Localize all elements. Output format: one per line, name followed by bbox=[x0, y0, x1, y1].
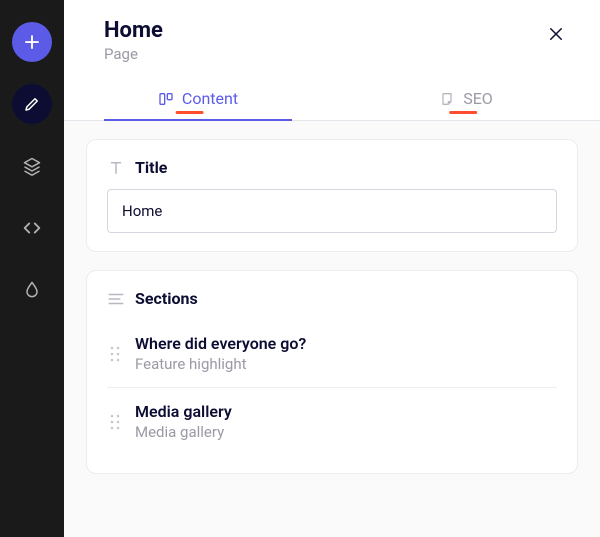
pencil-icon bbox=[23, 95, 41, 113]
sections-field-label: Sections bbox=[135, 289, 198, 308]
panel-header: Home Page bbox=[64, 0, 600, 69]
section-subtitle: Feature highlight bbox=[135, 355, 306, 373]
page-type: Page bbox=[104, 45, 540, 63]
drag-handle-icon[interactable] bbox=[109, 345, 121, 363]
drop-button[interactable] bbox=[12, 270, 52, 310]
tabs: Content SEO bbox=[64, 77, 600, 121]
drop-icon bbox=[22, 280, 42, 300]
edit-button[interactable] bbox=[12, 84, 52, 124]
add-button[interactable] bbox=[12, 22, 52, 62]
section-subtitle: Media gallery bbox=[135, 423, 232, 441]
page-title: Home bbox=[104, 18, 540, 43]
main-panel: Home Page Content SEO Title bbox=[64, 0, 600, 537]
list-icon bbox=[107, 292, 125, 306]
tab-seo-label: SEO bbox=[463, 89, 493, 108]
drag-handle-icon[interactable] bbox=[109, 413, 121, 431]
sections-card: Sections Where did everyone go? Feature … bbox=[86, 270, 578, 474]
tab-indicator bbox=[449, 111, 477, 114]
section-item[interactable]: Where did everyone go? Feature highlight bbox=[107, 320, 557, 388]
title-input[interactable] bbox=[107, 189, 557, 233]
title-field-card: Title bbox=[86, 139, 578, 252]
tab-seo[interactable]: SEO bbox=[332, 77, 600, 120]
section-item[interactable]: Media gallery Media gallery bbox=[107, 388, 557, 455]
tab-content[interactable]: Content bbox=[64, 77, 332, 120]
note-icon bbox=[439, 91, 455, 107]
tab-indicator bbox=[176, 111, 204, 114]
app-sidebar bbox=[0, 0, 64, 537]
code-button[interactable] bbox=[12, 208, 52, 248]
layers-icon bbox=[22, 156, 42, 176]
close-icon bbox=[547, 25, 565, 43]
section-title: Where did everyone go? bbox=[135, 334, 306, 353]
title-field-label: Title bbox=[135, 158, 167, 177]
panel-body: Title Sections Where did everyone go? Fe… bbox=[64, 121, 600, 537]
text-icon bbox=[107, 159, 125, 177]
plus-icon bbox=[23, 33, 41, 51]
section-title: Media gallery bbox=[135, 402, 232, 421]
content-icon bbox=[158, 91, 174, 107]
code-icon bbox=[21, 217, 43, 239]
layers-button[interactable] bbox=[12, 146, 52, 186]
tab-content-label: Content bbox=[182, 89, 238, 108]
close-button[interactable] bbox=[540, 18, 572, 50]
